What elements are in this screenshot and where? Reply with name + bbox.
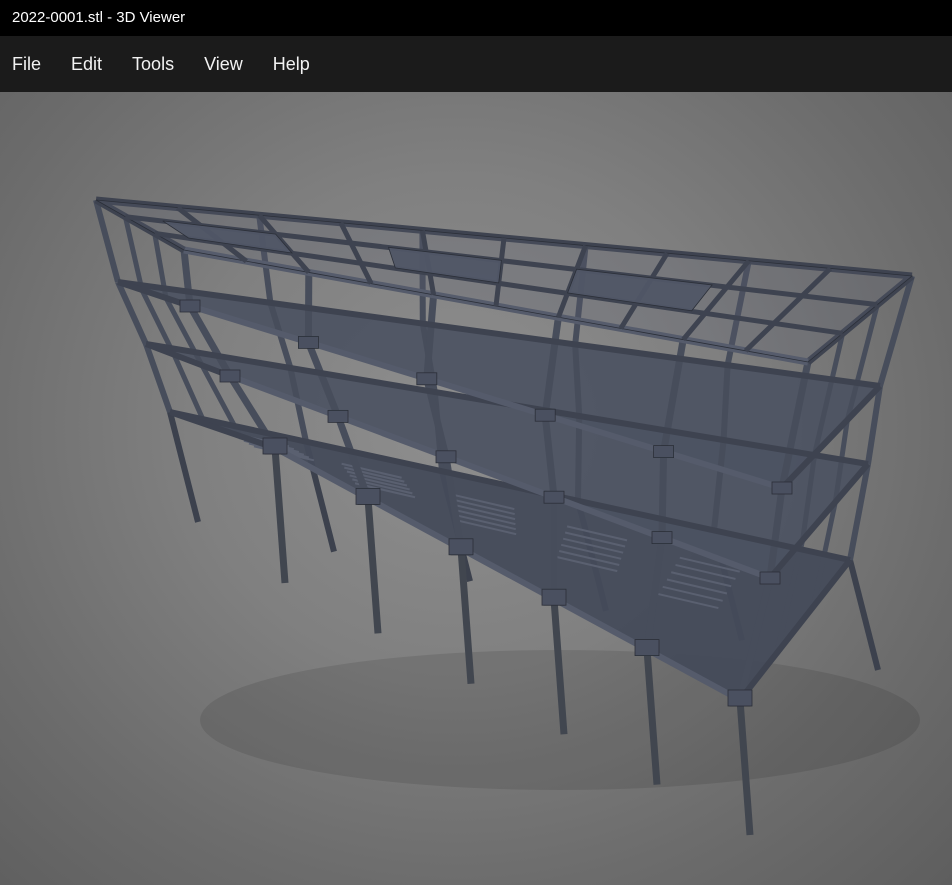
- menu-file[interactable]: File: [12, 50, 41, 79]
- menu-edit[interactable]: Edit: [71, 50, 102, 79]
- menu-view[interactable]: View: [204, 50, 243, 79]
- beam-end-block: [543, 490, 565, 504]
- beam-end-block: [759, 571, 781, 585]
- menu-tools[interactable]: Tools: [132, 50, 174, 79]
- structural-model[interactable]: [0, 92, 952, 885]
- leg-column-front-1: [364, 498, 382, 634]
- column-back: [572, 344, 583, 417]
- menu-bar: File Edit Tools View Help: [0, 36, 952, 92]
- viewer-window: 2022-0001.stl - 3D Viewer File Edit Tool…: [0, 0, 952, 885]
- footing-block-2: [448, 538, 474, 556]
- column-front: [658, 451, 668, 538]
- column-back: [720, 365, 731, 441]
- beam-end-block: [219, 369, 241, 383]
- footing-block-4: [634, 639, 660, 656]
- beam-end-block: [653, 445, 674, 459]
- leg-column-back-0: [167, 411, 201, 523]
- beam-end-block: [297, 335, 319, 349]
- 3d-viewport[interactable]: [0, 92, 952, 885]
- footing-block-5: [727, 689, 753, 707]
- menu-help[interactable]: Help: [273, 50, 310, 79]
- leg-column-front-0: [271, 447, 289, 584]
- beam-end-block: [651, 531, 673, 545]
- beam-end-block: [771, 481, 793, 495]
- footing-block-0: [262, 437, 288, 455]
- beam-end-block: [534, 408, 556, 422]
- beam-end-block: [435, 450, 457, 464]
- title-bar: 2022-0001.stl - 3D Viewer: [0, 0, 952, 36]
- leg-column-back-5: [847, 559, 881, 671]
- beam-end-block: [416, 372, 438, 386]
- footing-block-3: [541, 588, 567, 606]
- beam-end-block: [179, 299, 201, 313]
- beam-end-block: [327, 409, 349, 423]
- window-title: 2022-0001.stl - 3D Viewer: [12, 9, 186, 26]
- footing-block-1: [355, 487, 381, 505]
